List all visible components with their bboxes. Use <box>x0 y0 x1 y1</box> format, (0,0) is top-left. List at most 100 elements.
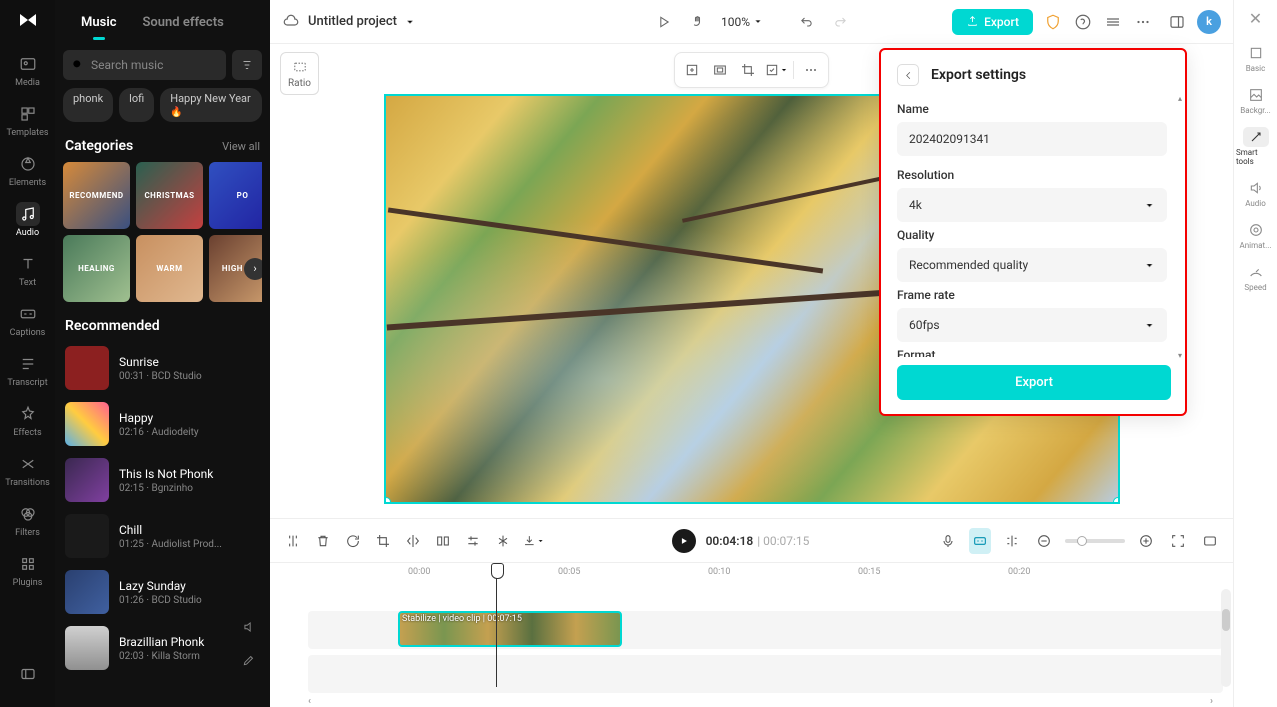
split-button[interactable] <box>282 528 304 554</box>
rp-smart-tools[interactable]: Smart tools <box>1234 122 1277 171</box>
export-confirm-button[interactable]: Export <box>897 365 1171 400</box>
preview-mode-button[interactable] <box>1199 528 1221 554</box>
playhead[interactable] <box>496 565 497 687</box>
rp-background[interactable]: Backgr... <box>1234 80 1277 120</box>
edit-track-button[interactable] <box>242 652 256 671</box>
recommended-title: Recommended <box>65 318 160 334</box>
more-options-button[interactable] <box>798 57 824 83</box>
replace-button[interactable] <box>763 57 789 83</box>
ratio-button[interactable]: Ratio <box>280 52 319 95</box>
nav-templates[interactable]: Templates <box>0 96 55 144</box>
resize-handle[interactable] <box>384 497 391 504</box>
play-button[interactable] <box>672 529 696 553</box>
delete-button[interactable] <box>312 528 334 554</box>
freeze-button[interactable] <box>492 528 514 554</box>
mute-track-button[interactable] <box>242 619 256 638</box>
rp-basic[interactable]: Basic <box>1234 38 1277 78</box>
cat-warm[interactable]: WARM <box>136 235 203 302</box>
fit-button[interactable] <box>707 57 733 83</box>
video-clip[interactable]: Stabilize | video clip | 00:07:15 <box>398 611 622 647</box>
avatar[interactable]: k <box>1197 10 1221 34</box>
nav-media[interactable]: Media <box>0 46 55 94</box>
nav-transitions[interactable]: Transitions <box>0 446 55 494</box>
track-item[interactable]: This Is Not Phonk02:15 · Bgnzinho <box>63 454 262 506</box>
resize-handle[interactable] <box>1113 497 1120 504</box>
track-item[interactable]: Chill01:25 · Audiolist Prod... <box>63 510 262 562</box>
export-framerate-select[interactable]: 60fps <box>897 308 1167 342</box>
fit-timeline-button[interactable] <box>1167 528 1189 554</box>
timeline-ruler[interactable]: 00:00 00:05 00:10 00:15 00:20 <box>308 563 1223 585</box>
shield-icon[interactable] <box>1043 12 1063 32</box>
nav-text[interactable]: Text <box>0 246 55 294</box>
project-title[interactable]: Untitled project <box>282 13 415 31</box>
crop-button[interactable] <box>735 57 761 83</box>
download-button[interactable] <box>522 528 544 554</box>
search-input[interactable]: Search music <box>63 50 226 80</box>
undo-button[interactable] <box>796 12 816 32</box>
nav-transcript[interactable]: Transcript <box>0 346 55 394</box>
export-name-input[interactable] <box>897 122 1167 156</box>
tab-music[interactable]: Music <box>81 15 116 30</box>
track-item[interactable]: Sunrise00:31 · BCD Studio <box>63 342 262 394</box>
nav-collapse[interactable] <box>0 659 55 689</box>
redo-button[interactable] <box>830 12 850 32</box>
nav-effects[interactable]: Effects <box>0 396 55 444</box>
timeline[interactable]: 00:00 00:05 00:10 00:15 00:20 Stabilize … <box>270 562 1233 707</box>
layers-icon[interactable] <box>1103 12 1123 32</box>
horizontal-scrollbar[interactable] <box>308 697 1213 705</box>
cat-recommend[interactable]: RECOMMEND <box>63 162 130 229</box>
rp-audio[interactable]: Audio <box>1234 173 1277 213</box>
crop-tl-button[interactable] <box>372 528 394 554</box>
vertical-scrollbar[interactable] <box>1221 589 1231 687</box>
chip-happy-new-year[interactable]: Happy New Year 🔥 <box>160 88 262 122</box>
tab-sound-effects[interactable]: Sound effects <box>142 15 223 30</box>
nav-plugins[interactable]: Plugins <box>0 546 55 594</box>
export-back-button[interactable] <box>897 64 919 86</box>
zoom-level[interactable]: 100% <box>721 15 762 29</box>
track-item[interactable]: Happy02:16 · Audiodeity <box>63 398 262 450</box>
timeline-track[interactable] <box>308 655 1223 693</box>
rp-speed[interactable]: Speed <box>1234 257 1277 297</box>
mirror-button[interactable] <box>402 528 424 554</box>
export-icon <box>966 15 979 28</box>
categories-viewall[interactable]: View all <box>222 140 260 153</box>
timeline-track[interactable]: Stabilize | video clip | 00:07:15 <box>308 611 1223 649</box>
zoom-in-button[interactable] <box>1135 528 1157 554</box>
cat-pop[interactable]: PO <box>209 162 262 229</box>
panel-toggle-icon[interactable] <box>1167 12 1187 32</box>
help-icon[interactable] <box>1073 12 1093 32</box>
export-button[interactable]: Export <box>952 9 1033 35</box>
auto-caption-button[interactable] <box>969 528 991 554</box>
cat-healing[interactable]: HEALING <box>63 235 130 302</box>
magnet-button[interactable] <box>1001 528 1023 554</box>
ruler-mark: 00:05 <box>558 567 580 577</box>
play-preview-button[interactable] <box>653 12 673 32</box>
category-row-2: HEALING WARM HIGH TEM › <box>63 235 262 302</box>
category-next-button[interactable]: › <box>244 258 262 280</box>
export-settings-modal: Export settings Name Resolution 4k Quali… <box>879 48 1187 416</box>
rotate-button[interactable] <box>342 528 364 554</box>
export-resolution-select[interactable]: 4k <box>897 188 1167 222</box>
modal-scrollbar[interactable]: ▴▾ <box>1178 94 1183 360</box>
cat-christmas[interactable]: CHRISTMAS <box>136 162 203 229</box>
nav-audio[interactable]: Audio <box>0 196 55 244</box>
nav-elements[interactable]: Elements <box>0 146 55 194</box>
chip-lofi[interactable]: lofi <box>119 88 154 122</box>
mic-button[interactable] <box>937 528 959 554</box>
crop-add-button[interactable] <box>679 57 705 83</box>
nav-captions[interactable]: Captions <box>0 296 55 344</box>
nav-filters[interactable]: Filters <box>0 496 55 544</box>
chip-phonk[interactable]: phonk <box>63 88 113 122</box>
export-quality-select[interactable]: Recommended quality <box>897 248 1167 282</box>
more-icon[interactable] <box>1133 12 1153 32</box>
track-item[interactable]: Brazillian Phonk02:03 · Killa Storm <box>63 622 262 674</box>
zoom-slider[interactable] <box>1065 539 1125 543</box>
flip-button[interactable] <box>432 528 454 554</box>
filter-button[interactable] <box>232 50 262 80</box>
hand-tool-button[interactable] <box>687 12 707 32</box>
adjust-button[interactable] <box>462 528 484 554</box>
zoom-out-button[interactable] <box>1033 528 1055 554</box>
rp-animation[interactable]: Animat... <box>1234 215 1277 255</box>
track-item[interactable]: Lazy Sunday01:26 · BCD Studio <box>63 566 262 618</box>
close-panel-button[interactable]: ✕ <box>1246 8 1266 28</box>
